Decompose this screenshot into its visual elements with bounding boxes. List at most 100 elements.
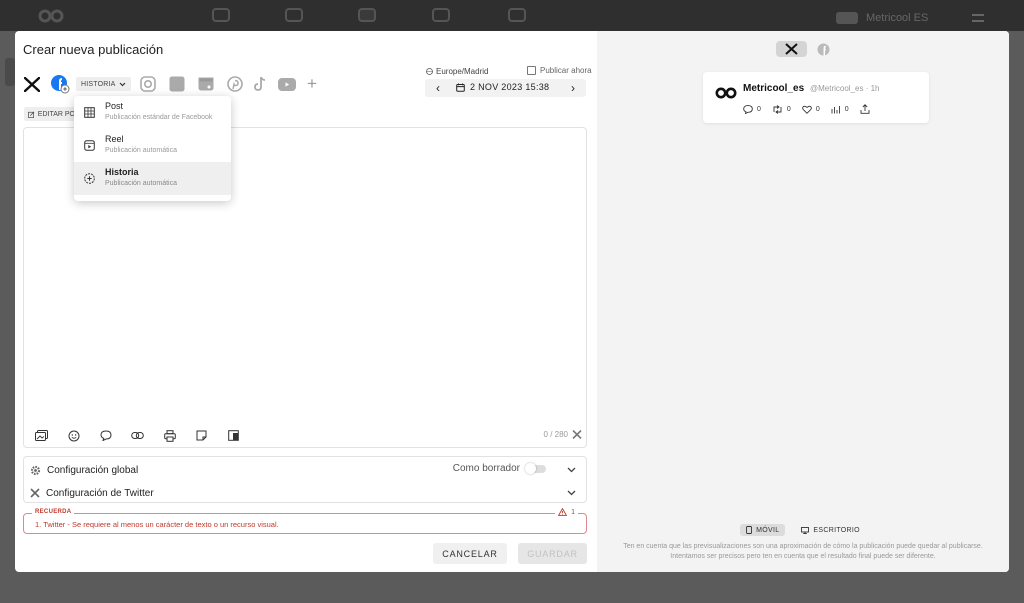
option-subtitle: Publicación automática xyxy=(105,180,177,187)
edit-preview-button[interactable]: EDITAR PO xyxy=(24,107,79,121)
brand-selector[interactable]: Metricool ES xyxy=(836,12,928,24)
x-icon xyxy=(30,488,40,498)
brand-name: Metricool ES xyxy=(866,12,929,24)
reply-icon xyxy=(743,104,753,114)
link-icon[interactable] xyxy=(130,429,145,442)
analytics-nav-icon[interactable] xyxy=(212,8,230,22)
reminder-alert: RECUERDA 1 1. Twitter - Se requiere al m… xyxy=(23,508,587,534)
retweet-icon xyxy=(773,104,782,114)
global-config-label: Configuración global xyxy=(47,464,139,476)
post-type-option-story[interactable]: Historia Publicación automática xyxy=(74,162,231,195)
date-value: 2 NOV 2023 15:38 xyxy=(470,82,550,92)
cancel-button[interactable]: CANCELAR xyxy=(433,543,507,564)
network-linkedin-icon[interactable] xyxy=(168,75,186,93)
save-button[interactable]: GUARDAR xyxy=(518,543,587,564)
ads-nav-icon[interactable] xyxy=(508,8,526,22)
network-x-icon[interactable] xyxy=(23,75,41,93)
chevron-down-icon xyxy=(119,82,125,86)
background-sidebar xyxy=(5,58,15,86)
story-icon xyxy=(84,173,95,184)
network-facebook-icon[interactable] xyxy=(50,75,70,94)
timezone-label: Europe/Madrid xyxy=(436,67,489,76)
planner-nav-icon[interactable] xyxy=(358,8,376,22)
network-tiktok-icon[interactable] xyxy=(252,75,268,93)
links-nav-icon[interactable] xyxy=(432,8,450,22)
desktop-preview-button[interactable]: ESCRITORIO xyxy=(795,524,865,536)
grid-icon xyxy=(84,107,95,118)
share-icon xyxy=(860,104,870,114)
like-action: 0 xyxy=(802,105,820,114)
preview-network-tabs xyxy=(597,41,1009,57)
alert-count-value: 1 xyxy=(571,508,575,516)
twitter-config-label: Configuración de Twitter xyxy=(46,487,154,499)
character-counter: 0 / 280 xyxy=(544,430,582,439)
metricool-logo-icon[interactable] xyxy=(38,9,64,23)
network-youtube-icon[interactable] xyxy=(277,75,297,93)
mobile-label: MÓVIL xyxy=(756,526,780,534)
global-config-row[interactable]: Configuración global xyxy=(30,463,138,477)
modal-title: Crear nueva publicación xyxy=(23,42,164,57)
option-title: Reel xyxy=(105,134,124,144)
post-type-option-reel[interactable]: Reel Publicación automática xyxy=(74,129,231,162)
device-toggle: MÓVIL ESCRITORIO xyxy=(597,524,1009,536)
twitter-config-row[interactable]: Configuración de Twitter xyxy=(30,486,154,500)
brand-avatar xyxy=(836,12,858,24)
post-type-label: HISTORIA xyxy=(81,80,116,88)
share-action xyxy=(860,104,870,114)
post-type-menu: Post Publicación estándar de Facebook Re… xyxy=(74,96,231,201)
account-handle: @Metricool_es · 1h xyxy=(810,84,880,93)
account-name: Metricool_es xyxy=(743,83,805,94)
next-date-icon[interactable]: › xyxy=(566,82,580,94)
alert-tag: RECUERDA xyxy=(32,509,75,515)
checkbox-icon[interactable] xyxy=(527,66,536,75)
mobile-preview-button[interactable]: MÓVIL xyxy=(740,524,786,536)
editor-toolbar xyxy=(34,429,241,442)
option-subtitle: Publicación estándar de Facebook xyxy=(105,114,213,121)
edit-icon xyxy=(28,111,35,118)
monitor-icon xyxy=(801,526,810,534)
post-type-dropdown[interactable]: HISTORIA xyxy=(76,77,131,91)
publish-now-label: Publicar ahora xyxy=(540,66,592,75)
add-network-icon[interactable]: + xyxy=(305,74,319,93)
comment-icon[interactable] xyxy=(98,429,113,442)
print-icon[interactable] xyxy=(162,429,177,442)
inbox-nav-icon[interactable] xyxy=(285,8,303,22)
note-icon[interactable] xyxy=(194,429,209,442)
like-count: 0 xyxy=(815,105,820,113)
reel-icon xyxy=(84,140,95,151)
retweet-action: 0 xyxy=(772,104,791,114)
chevron-down-icon[interactable] xyxy=(567,488,576,498)
publish-now-checkbox[interactable]: Publicar ahora xyxy=(527,66,592,75)
create-post-modal: Crear nueva publicación HISTORIA + Europ… xyxy=(15,31,1009,572)
draft-toggle[interactable]: Como borrador xyxy=(453,462,546,474)
date-display[interactable]: 2 NOV 2023 15:38 xyxy=(456,82,549,92)
heart-icon xyxy=(802,105,812,114)
menu-icon[interactable] xyxy=(972,14,984,22)
configuration-panel: Configuración global Como borrador Confi… xyxy=(23,456,587,503)
tweet-actions: 0 0 0 0 xyxy=(743,104,870,114)
emoji-icon[interactable] xyxy=(66,429,81,442)
views-action: 0 xyxy=(831,105,849,114)
timezone[interactable]: Europe/Madrid xyxy=(426,67,488,76)
media-icon[interactable] xyxy=(34,429,49,442)
network-pinterest-icon[interactable] xyxy=(226,75,244,93)
retweet-count: 0 xyxy=(786,105,791,113)
option-title: Historia xyxy=(105,167,139,177)
app-topbar: Metricool ES xyxy=(0,0,1024,31)
chevron-down-icon[interactable] xyxy=(567,465,576,475)
preview-panel: Metricool_es @Metricool_es · 1h 0 0 0 0 xyxy=(597,31,1009,572)
network-google-business-icon[interactable] xyxy=(197,75,215,93)
date-selector: ‹ 2 NOV 2023 15:38 › xyxy=(425,79,586,97)
disclaimer-line-2: Intentamos ser precisos pero ten en cuen… xyxy=(670,553,936,560)
toggle-switch[interactable] xyxy=(525,462,546,474)
preview-x-tab-icon[interactable] xyxy=(775,41,807,57)
post-type-option-post[interactable]: Post Publicación estándar de Facebook xyxy=(74,96,231,129)
gallery-icon[interactable] xyxy=(226,429,241,442)
preview-disclaimer: Ten en cuenta que las previsualizaciones… xyxy=(597,542,1009,562)
network-instagram-icon[interactable] xyxy=(139,75,157,93)
phone-icon xyxy=(746,526,753,534)
previous-date-icon[interactable]: ‹ xyxy=(431,82,445,94)
x-small-icon xyxy=(572,430,582,439)
preview-facebook-tab-icon[interactable] xyxy=(817,42,831,56)
reply-action: 0 xyxy=(743,104,761,114)
